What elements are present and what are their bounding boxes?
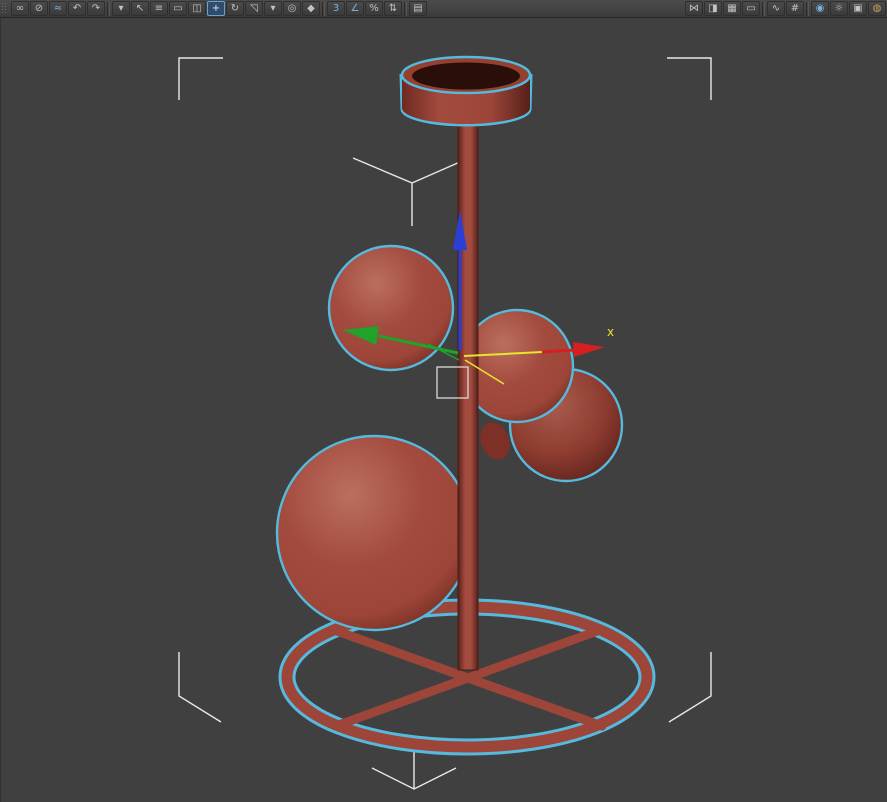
gizmo-x-axis-label: x: [607, 325, 614, 339]
model-sphere-upper-left[interactable]: [327, 244, 455, 372]
select-and-link-icon[interactable]: ∞: [11, 1, 29, 16]
toolbar-left-group: ∞ ⊘ ≈ ↶ ↷ ▾ ↖ ≡ ▭ ◫ + ↻ ◹ ▾ ◎ ◆ 3 ∠% ⇅ ▤: [1, 1, 427, 16]
toolbar-right-group: ⋈ ◨ ▦ ▭ ∿ # ◉ ☼ ▣ ◍: [685, 1, 886, 16]
toolbar-separator: [806, 1, 809, 16]
model-sphere-large[interactable]: [275, 434, 473, 632]
curve-editor-icon[interactable]: ∿: [767, 1, 785, 16]
select-object-icon[interactable]: ↖: [131, 1, 149, 16]
align-icon[interactable]: ◨: [704, 1, 722, 16]
bind-to-space-warp-icon[interactable]: ≈: [49, 1, 67, 16]
percent-snap-toggle-icon[interactable]: %: [365, 1, 383, 16]
material-editor-icon[interactable]: ◉: [811, 1, 829, 16]
window-crossing-toggle-icon[interactable]: ◫: [188, 1, 206, 16]
select-and-uniform-scale-icon[interactable]: ◹: [245, 1, 263, 16]
graphite-ribbon-toggle-icon[interactable]: ▭: [742, 1, 760, 16]
toolbar-separator: [404, 1, 407, 16]
spinner-snap-toggle-icon[interactable]: ⇅: [384, 1, 402, 16]
select-by-name-icon[interactable]: ≡: [150, 1, 168, 16]
schematic-view-icon[interactable]: #: [786, 1, 804, 16]
toolbar-grip[interactable]: [1, 1, 9, 16]
toolbar-separator: [322, 1, 325, 16]
main-toolbar: ∞ ⊘ ≈ ↶ ↷ ▾ ↖ ≡ ▭ ◫ + ↻ ◹ ▾ ◎ ◆ 3 ∠% ⇅ ▤ ⋈ ◨ ▦ ▭ ∿ # ◉ ☼ ▣ ◍: [0, 0, 887, 18]
selection-filter-icon[interactable]: ▾: [112, 1, 130, 16]
select-and-manipulate-icon[interactable]: ◆: [302, 1, 320, 16]
edit-named-selection-sets-icon[interactable]: ▤: [409, 1, 427, 16]
model-small-bud[interactable]: [475, 418, 514, 463]
app-window: ∞ ⊘ ≈ ↶ ↷ ▾ ↖ ≡ ▭ ◫ + ↻ ◹ ▾ ◎ ◆ 3 ∠% ⇅ ▤ ⋈ ◨ ▦ ▭ ∿ # ◉ ☼ ▣ ◍: [0, 0, 887, 802]
render-production-icon[interactable]: ◍: [868, 1, 886, 16]
viewport-3d[interactable]: x: [0, 18, 887, 802]
reference-coordinate-system-icon[interactable]: ▾: [264, 1, 282, 16]
redo-icon[interactable]: ↷: [87, 1, 105, 16]
layer-manager-icon[interactable]: ▦: [723, 1, 741, 16]
selection-brackets: [178, 57, 712, 790]
toolbar-separator: [107, 1, 110, 16]
angle-snap-toggle-icon[interactable]: ∠: [346, 1, 364, 16]
model-top-cup[interactable]: [399, 55, 533, 127]
rectangular-selection-region-icon[interactable]: ▭: [169, 1, 187, 16]
mirror-icon[interactable]: ⋈: [685, 1, 703, 16]
select-and-move-icon[interactable]: +: [207, 1, 225, 16]
render-setup-icon[interactable]: ☼: [830, 1, 848, 16]
snaps-toggle-icon[interactable]: 3: [327, 1, 345, 16]
viewport-canvas[interactable]: x: [1, 18, 887, 802]
use-pivot-point-center-icon[interactable]: ◎: [283, 1, 301, 16]
rendered-frame-window-icon[interactable]: ▣: [849, 1, 867, 16]
unlink-selection-icon[interactable]: ⊘: [30, 1, 48, 16]
undo-icon[interactable]: ↶: [68, 1, 86, 16]
select-and-rotate-icon[interactable]: ↻: [226, 1, 244, 16]
toolbar-separator: [762, 1, 765, 16]
